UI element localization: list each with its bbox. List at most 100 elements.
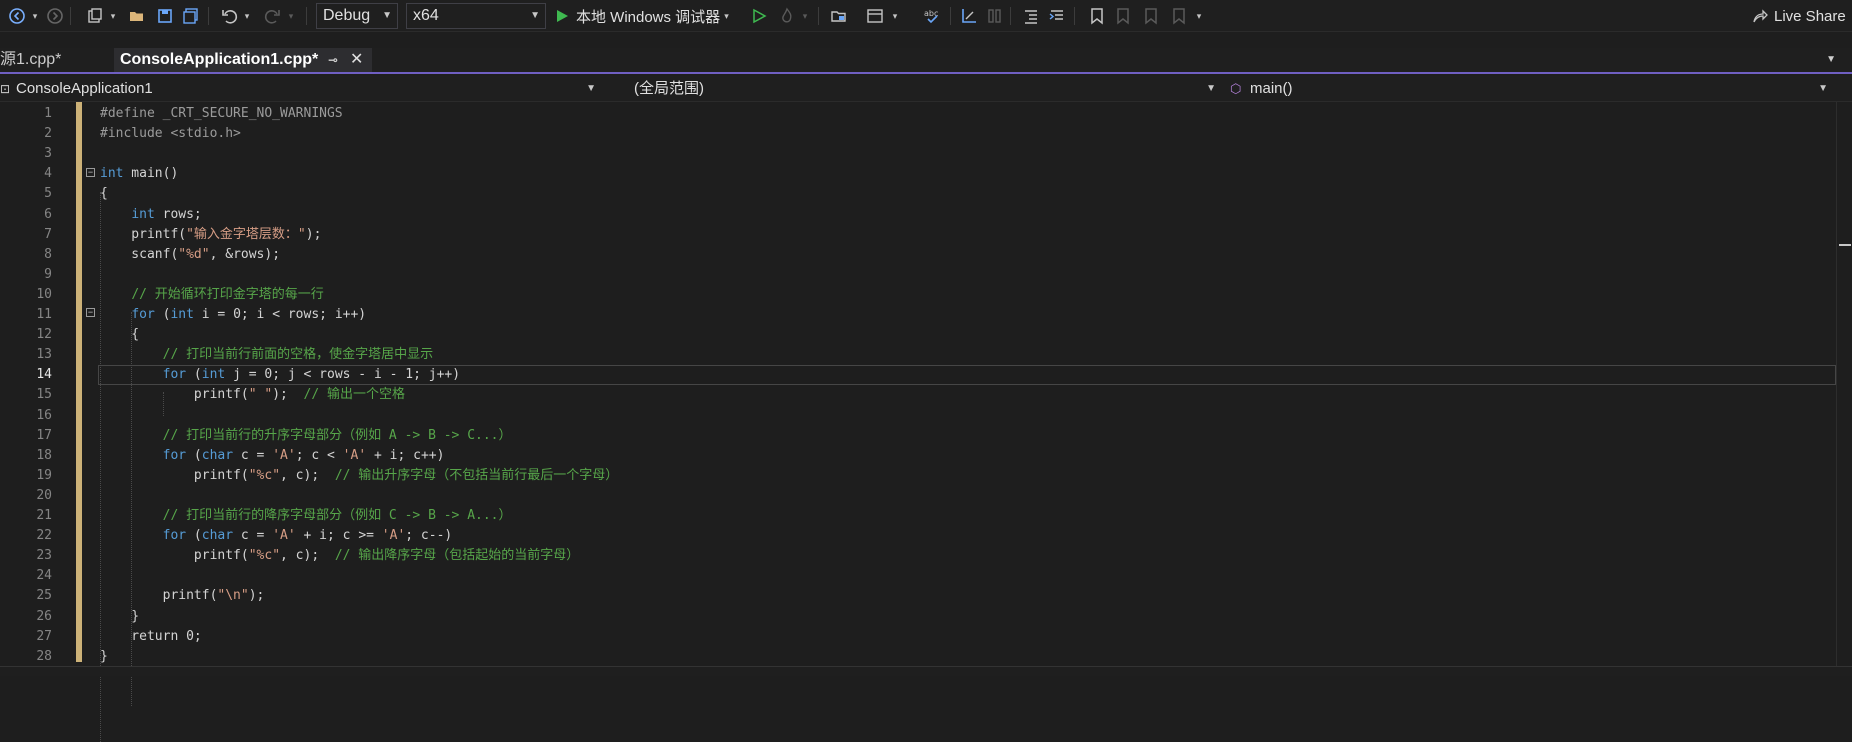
code-token: , c); xyxy=(280,467,335,483)
code-token: 'A' xyxy=(272,528,296,544)
code-line[interactable]: scanf("%d", &rows); xyxy=(100,245,280,265)
code-line[interactable]: printf("\n"); xyxy=(100,586,265,606)
columns-icon[interactable] xyxy=(984,5,1006,27)
document-tabs: 源1.cpp* ConsoleApplication1.cpp* ⊸ ✕ ▼ xyxy=(0,48,1852,74)
outdent-icon[interactable] xyxy=(1020,5,1042,27)
code-token: // 打印当前行的降序字母部分（例如 C -> B -> A...） xyxy=(162,508,512,523)
platform-select[interactable]: x64 ▼ xyxy=(406,3,546,29)
tab-source1[interactable]: 源1.cpp* xyxy=(0,48,104,72)
code-line[interactable]: printf("%c", c); // 输出升序字母（不包括当前行最后一个字母） xyxy=(100,466,618,486)
code-token: } xyxy=(100,648,108,664)
code-token: "\n" xyxy=(217,588,249,604)
code-line[interactable]: int rows; xyxy=(100,205,201,225)
hot-reload-dropdown-icon[interactable]: ▾ xyxy=(800,5,810,27)
browse-folder-icon[interactable] xyxy=(828,5,850,27)
code-token: ; c < xyxy=(295,447,343,463)
new-item-dropdown-icon[interactable]: ▾ xyxy=(108,5,118,27)
live-share-button[interactable]: Live Share xyxy=(1752,5,1846,27)
code-line[interactable]: printf("%c", c); // 输出降序字母（包括起始的当前字母） xyxy=(100,546,579,566)
new-item-icon[interactable] xyxy=(84,5,106,27)
forward-icon[interactable] xyxy=(44,5,66,27)
next-bookmark-icon[interactable] xyxy=(1140,5,1162,27)
code-line[interactable]: { xyxy=(100,184,108,204)
toolbar-overflow-icon[interactable]: ▾ xyxy=(1194,5,1204,27)
code-line[interactable]: // 打印当前行的升序字母部分（例如 A -> B -> C...） xyxy=(100,426,512,446)
format-icon[interactable] xyxy=(958,5,980,27)
code-token: printf( xyxy=(100,467,249,483)
toolbar-separator xyxy=(208,7,209,25)
layout-dropdown-icon[interactable]: ▾ xyxy=(890,5,900,27)
code-line[interactable]: // 开始循环打印金字塔的每一行 xyxy=(100,285,323,305)
scope-dropdown[interactable]: (全局范围) ▼ xyxy=(610,78,1220,100)
configuration-select[interactable]: Debug ▼ xyxy=(316,3,398,29)
pin-icon[interactable]: ⊸ xyxy=(328,48,338,72)
code-token: , c); xyxy=(280,548,335,564)
code-line[interactable]: // 打印当前行前面的空格，使金字塔居中显示 xyxy=(100,345,433,365)
save-all-icon[interactable] xyxy=(180,5,202,27)
spell-check-icon[interactable]: abc xyxy=(922,5,944,27)
redo-icon[interactable] xyxy=(262,5,284,27)
tab-list-dropdown-icon[interactable]: ▼ xyxy=(1826,48,1836,72)
project-dropdown[interactable]: ⊡ ConsoleApplication1 ▼ xyxy=(0,78,600,100)
code-line[interactable]: { xyxy=(100,325,139,345)
code-token: ); xyxy=(272,387,304,403)
layout-icon[interactable] xyxy=(864,5,886,27)
line-number: 12 xyxy=(36,327,52,343)
back-dropdown-icon[interactable]: ▾ xyxy=(30,5,40,27)
start-without-debugging-icon[interactable] xyxy=(748,5,770,27)
undo-dropdown-icon[interactable]: ▾ xyxy=(242,5,252,27)
code-editor[interactable]: − − 1 #define _CRT_SECURE_NO_WARNINGS 2 #in… xyxy=(0,102,1836,742)
code-line[interactable]: // 打印当前行的降序字母部分（例如 C -> B -> A...） xyxy=(100,506,512,526)
vertical-scrollbar[interactable] xyxy=(1836,102,1852,666)
collapse-for-icon[interactable]: − xyxy=(86,308,95,317)
code-line[interactable]: #define _CRT_SECURE_NO_WARNINGS xyxy=(100,104,343,124)
code-line[interactable]: } xyxy=(100,607,139,627)
code-line[interactable]: printf(" "); // 输出一个空格 xyxy=(100,385,405,405)
member-dropdown[interactable]: ⬡ main() ▼ xyxy=(1228,78,1832,100)
code-line[interactable]: int main() xyxy=(100,164,178,184)
code-line[interactable]: for (int j = 0; j < rows - i - 1; j++) xyxy=(100,365,460,385)
code-line[interactable]: return 0; xyxy=(100,627,201,647)
code-token: printf( xyxy=(100,588,218,604)
code-line[interactable]: printf("输入金字塔层数："); xyxy=(100,225,321,245)
toolbar-separator xyxy=(1074,7,1075,25)
code-token: + i; c++) xyxy=(366,447,445,463)
code-token: for xyxy=(131,307,155,322)
line-number: 26 xyxy=(36,608,52,624)
bookmark-icon[interactable] xyxy=(1086,5,1108,27)
code-line[interactable]: for (int i = 0; i < rows; i++) xyxy=(100,305,366,325)
open-folder-icon[interactable] xyxy=(126,5,148,27)
tab-consoleapplication1[interactable]: ConsoleApplication1.cpp* ⊸ ✕ xyxy=(114,48,372,72)
code-token: char xyxy=(201,528,234,544)
redo-dropdown-icon[interactable]: ▾ xyxy=(286,5,296,27)
line-number: 5 xyxy=(44,186,52,202)
cube-icon: ⬡ xyxy=(1230,81,1242,96)
hot-reload-icon[interactable] xyxy=(776,5,798,27)
code-token: // 输出降序字母（包括起始的当前字母） xyxy=(334,548,580,564)
code-token: // 输出一个空格 xyxy=(303,387,405,403)
clear-bookmarks-icon[interactable] xyxy=(1168,5,1190,27)
back-icon[interactable] xyxy=(6,5,28,27)
code-token: printf( xyxy=(100,548,249,564)
save-icon[interactable] xyxy=(154,5,176,27)
undo-icon[interactable] xyxy=(218,5,240,27)
code-line[interactable]: #include <stdio.h> xyxy=(100,124,241,144)
code-line[interactable]: for (char c = 'A' + i; c >= 'A'; c--) xyxy=(100,526,453,546)
code-token: int xyxy=(131,206,155,222)
close-icon[interactable]: ✕ xyxy=(350,48,363,72)
code-token: "%d" xyxy=(178,246,210,262)
indent-icon[interactable] xyxy=(1046,5,1068,27)
code-line[interactable]: for (char c = 'A'; c < 'A' + i; c++) xyxy=(100,446,445,466)
code-token: 'A' xyxy=(272,447,296,463)
chevron-down-icon: ▼ xyxy=(382,10,392,21)
collapse-main-icon[interactable]: − xyxy=(86,168,95,177)
previous-bookmark-icon[interactable] xyxy=(1112,5,1134,27)
start-debugger-button[interactable]: 本地 Windows 调试器 ▾ xyxy=(554,5,729,27)
code-line[interactable]: } xyxy=(100,647,108,667)
code-token: "%c" xyxy=(248,548,281,564)
code-token: #define _CRT_SECURE_NO_WARNINGS xyxy=(100,106,343,121)
